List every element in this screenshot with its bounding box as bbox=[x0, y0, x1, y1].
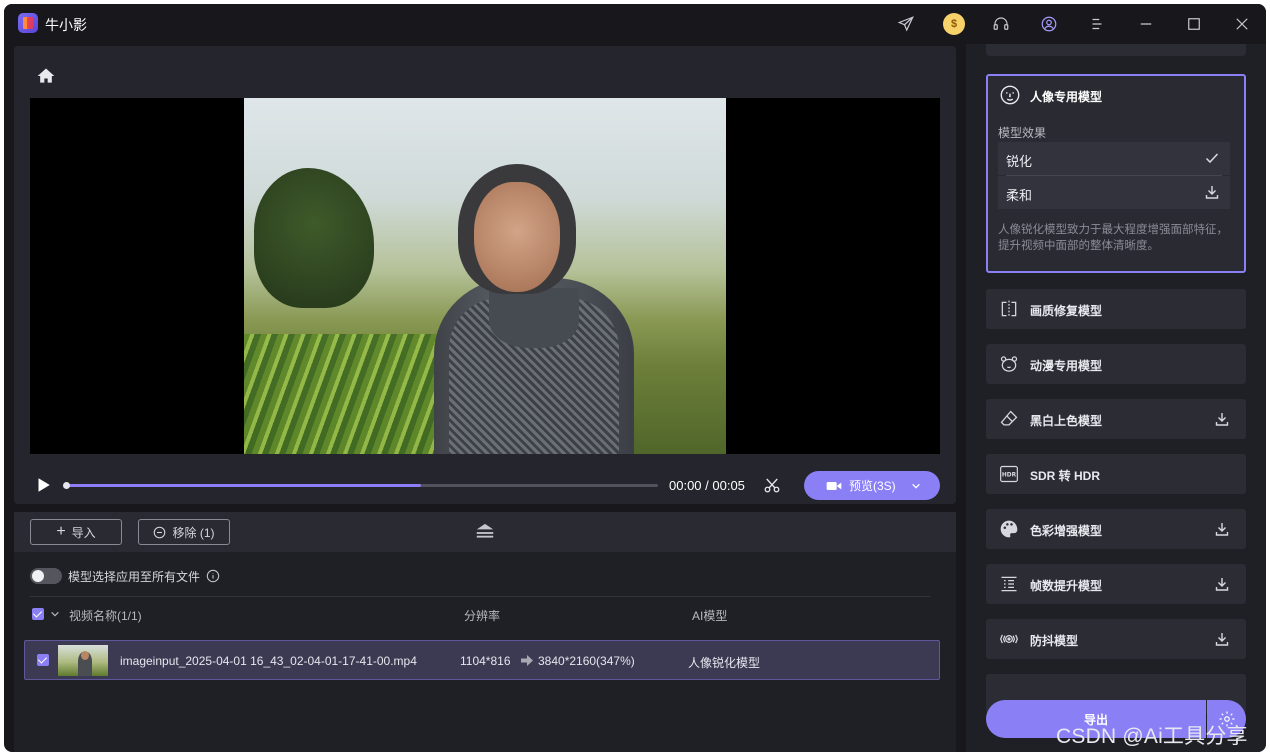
download-icon[interactable] bbox=[1214, 576, 1230, 592]
list-toolbar: + 导入 移除 (1) bbox=[14, 512, 956, 552]
app-window: 牛小影 $ 00:00 / 00:05 预览(3S) + 导入 移除 (1) 模… bbox=[4, 4, 1266, 752]
option-sharpen-label: 锐化 bbox=[1006, 154, 1033, 169]
option-sharpen[interactable]: 锐化 bbox=[998, 142, 1230, 175]
model-card-frame-rate[interactable]: 帧数提升模型 bbox=[986, 564, 1246, 604]
download-icon[interactable] bbox=[1214, 411, 1230, 427]
row-model: 人像锐化模型 bbox=[688, 656, 761, 670]
progress-fill bbox=[66, 484, 422, 487]
remove-label: 移除 (1) bbox=[172, 525, 215, 540]
app-title: 牛小影 bbox=[45, 17, 87, 33]
minimize-icon[interactable] bbox=[1135, 13, 1157, 35]
plus-icon: + bbox=[56, 523, 66, 540]
table-row[interactable]: imageinput_2025-04-01 16_43_02-04-01-17-… bbox=[24, 640, 940, 680]
apply-all-toggle[interactable] bbox=[30, 568, 62, 584]
portrait-model-card[interactable]: 人像专用模型 模型效果 锐化 柔和 人像锐化模型致力于最大程度增强面部特征，提升… bbox=[986, 74, 1246, 273]
svg-text:HDR: HDR bbox=[1002, 473, 1017, 479]
model-label: 动漫专用模型 bbox=[1030, 359, 1103, 373]
row-res-to: 3840*2160(347%) bbox=[538, 654, 635, 668]
model-label: SDR 转 HDR bbox=[1030, 469, 1101, 483]
header-ai-model: AI模型 bbox=[692, 609, 728, 623]
model-label: 黑白上色模型 bbox=[1030, 414, 1103, 428]
frames-icon bbox=[1001, 576, 1017, 592]
check-icon bbox=[1205, 153, 1219, 164]
play-icon[interactable] bbox=[34, 476, 52, 494]
app-logo bbox=[18, 13, 38, 33]
download-icon[interactable] bbox=[1204, 184, 1220, 200]
hdr-icon: HDR bbox=[1000, 465, 1018, 483]
minus-circle-icon bbox=[154, 526, 166, 538]
model-label: 帧数提升模型 bbox=[1030, 579, 1103, 593]
option-soft-label: 柔和 bbox=[1006, 188, 1033, 203]
option-soft[interactable]: 柔和 bbox=[998, 176, 1230, 209]
model-card-partial bbox=[986, 44, 1246, 56]
scissors-icon[interactable] bbox=[763, 476, 781, 494]
import-button[interactable]: + 导入 bbox=[30, 519, 122, 545]
preview-label: 预览(3S) bbox=[849, 479, 896, 493]
menu-icon[interactable] bbox=[1086, 13, 1108, 35]
split-frame-icon bbox=[1001, 300, 1017, 318]
model-card-colorize[interactable]: 黑白上色模型 bbox=[986, 399, 1246, 439]
header-resolution: 分辨率 bbox=[464, 609, 501, 623]
model-card-quality-repair[interactable]: 画质修复模型 bbox=[986, 289, 1246, 329]
eraser-icon bbox=[1000, 410, 1018, 426]
import-label: 导入 bbox=[71, 525, 96, 540]
progress-knob[interactable] bbox=[63, 482, 70, 489]
palette-icon bbox=[1000, 520, 1018, 538]
watermark-text: CSDN @Ai工具分享 bbox=[1056, 725, 1248, 748]
download-icon[interactable] bbox=[1214, 631, 1230, 647]
home-icon[interactable] bbox=[36, 66, 56, 86]
stabilize-icon bbox=[999, 634, 1019, 644]
model-label: 防抖模型 bbox=[1030, 634, 1079, 648]
select-all-checkbox[interactable] bbox=[32, 608, 44, 620]
model-card-anime[interactable]: 动漫专用模型 bbox=[986, 344, 1246, 384]
title-bar: 牛小影 $ bbox=[4, 4, 1266, 44]
send-icon[interactable] bbox=[895, 13, 917, 35]
vip-coin-icon[interactable]: $ bbox=[943, 13, 965, 35]
selected-model-title: 人像专用模型 bbox=[1030, 90, 1103, 104]
info-icon[interactable] bbox=[206, 569, 220, 583]
time-readout: 00:00 / 00:05 bbox=[669, 478, 745, 493]
row-filename: imageinput_2025-04-01 16_43_02-04-01-17-… bbox=[120, 654, 417, 668]
effect-label: 模型效果 bbox=[998, 126, 1047, 140]
player-controls: 00:00 / 00:05 预览(3S) bbox=[14, 468, 956, 504]
remove-button[interactable]: 移除 (1) bbox=[138, 519, 230, 545]
headset-icon[interactable] bbox=[990, 13, 1012, 35]
arrow-right-icon bbox=[521, 655, 533, 666]
video-frame-portrait bbox=[244, 98, 726, 454]
apply-all-label: 模型选择应用至所有文件 bbox=[68, 569, 201, 584]
row-checkbox[interactable] bbox=[37, 654, 49, 666]
row-res-from: 1104*816 bbox=[460, 654, 511, 668]
video-thumbnail bbox=[58, 645, 108, 676]
video-camera-icon bbox=[826, 481, 842, 490]
progress-bar[interactable] bbox=[63, 482, 658, 489]
apply-all-row: 模型选择应用至所有文件 bbox=[30, 564, 220, 588]
close-icon[interactable] bbox=[1231, 13, 1253, 35]
header-name: 视频名称(1/1) bbox=[69, 609, 142, 623]
table-header: 视频名称(1/1) 分辨率 AI模型 bbox=[30, 602, 930, 626]
chevron-down-icon bbox=[911, 483, 920, 489]
download-icon[interactable] bbox=[1214, 521, 1230, 537]
collapse-panel-icon[interactable] bbox=[474, 522, 496, 542]
model-card-color-enhance[interactable]: 色彩增强模型 bbox=[986, 509, 1246, 549]
list-divider bbox=[30, 596, 930, 597]
user-account-icon[interactable] bbox=[1038, 13, 1060, 35]
maximize-icon[interactable] bbox=[1183, 13, 1205, 35]
model-label: 画质修复模型 bbox=[1030, 304, 1103, 318]
face-icon bbox=[999, 84, 1021, 106]
bear-face-icon bbox=[1000, 356, 1018, 372]
model-description: 人像锐化模型致力于最大程度增强面部特征，提升视频中面部的整体清晰度。 bbox=[998, 224, 1228, 252]
model-label: 色彩增强模型 bbox=[1030, 524, 1103, 538]
model-card-stabilize[interactable]: 防抖模型 bbox=[986, 619, 1246, 659]
model-panel: 人像专用模型 模型效果 锐化 柔和 人像锐化模型致力于最大程度增强面部特征，提升… bbox=[966, 44, 1266, 752]
model-card-sdr-hdr[interactable]: HDR SDR 转 HDR bbox=[986, 454, 1246, 494]
video-viewport[interactable] bbox=[30, 98, 940, 454]
file-list-panel: + 导入 移除 (1) 模型选择应用至所有文件 视频名称(1/1) 分辨率 AI… bbox=[14, 512, 956, 752]
preview-button[interactable]: 预览(3S) bbox=[804, 471, 940, 500]
chevron-down-icon[interactable] bbox=[50, 609, 60, 619]
preview-panel: 00:00 / 00:05 预览(3S) bbox=[14, 46, 956, 504]
